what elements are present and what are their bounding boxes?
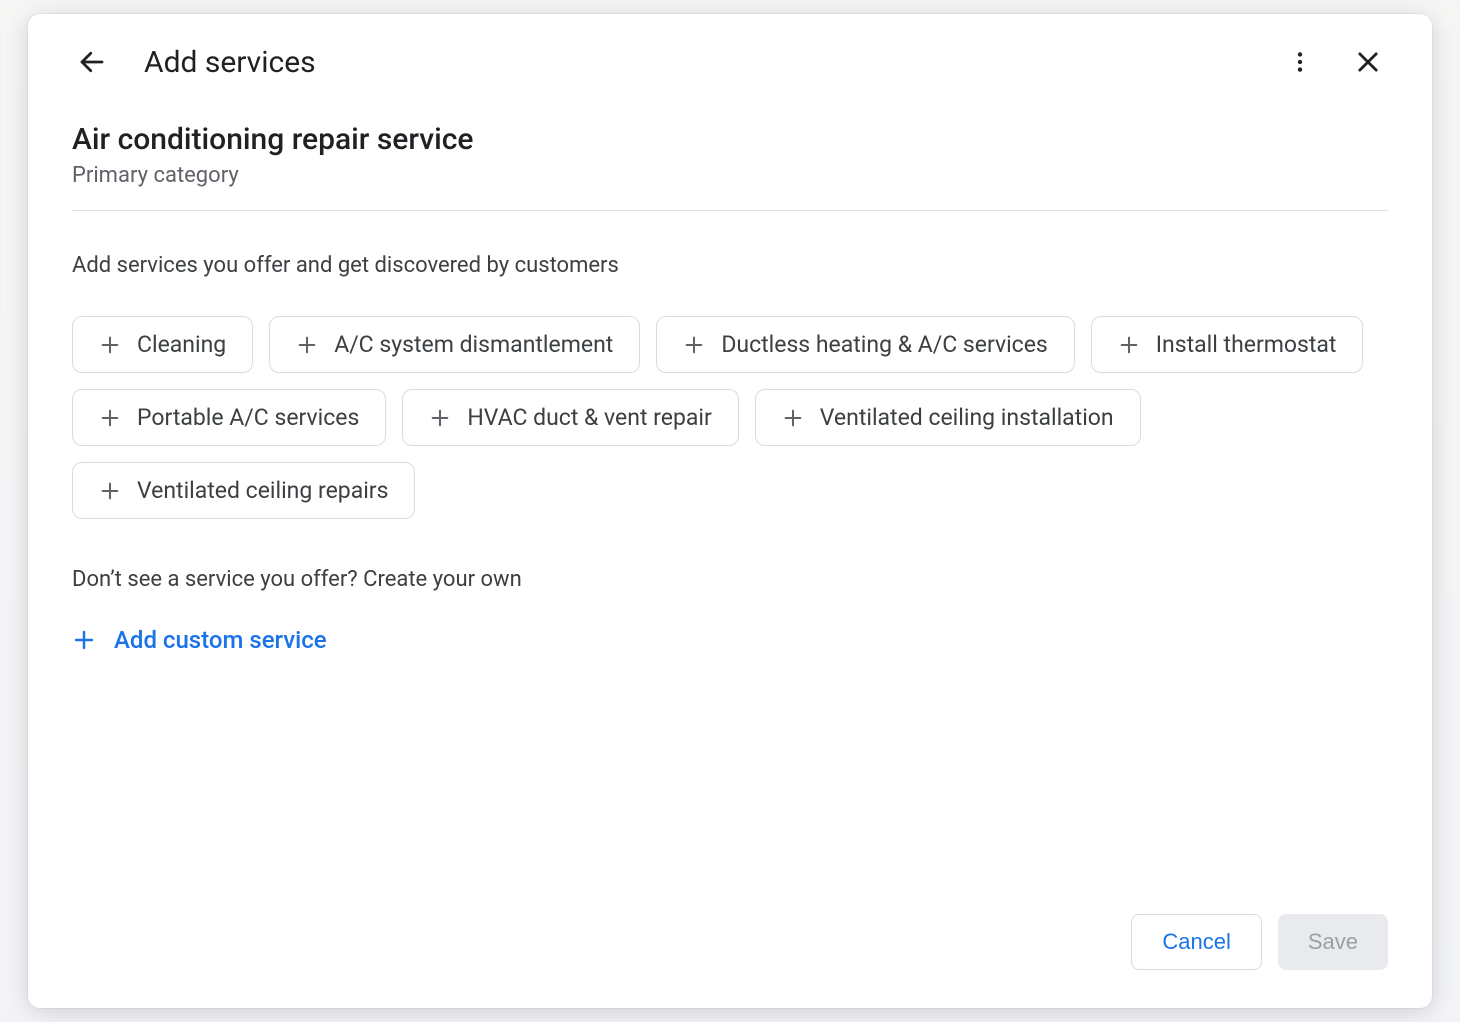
plus-icon [782,407,804,429]
modal-footer: Cancel Save [28,890,1432,1008]
plus-icon [99,334,121,356]
category-name: Air conditioning repair service [72,122,1388,157]
modal-header: Add services [28,14,1432,102]
chip-label: Install thermostat [1156,331,1337,358]
helper-text: Add services you offer and get discovere… [72,253,1388,278]
plus-icon [683,334,705,356]
arrow-left-icon [77,47,107,77]
service-chip-vent-repair[interactable]: Ventilated ceiling repairs [72,462,415,519]
service-chip-vent-install[interactable]: Ventilated ceiling installation [755,389,1141,446]
chip-label: Ventilated ceiling installation [820,404,1114,431]
cancel-button[interactable]: Cancel [1131,914,1261,970]
chip-label: A/C system dismantlement [334,331,613,358]
chip-label: Cleaning [137,331,226,358]
plus-icon [99,407,121,429]
service-chip-thermostat[interactable]: Install thermostat [1091,316,1364,373]
chip-label: Ductless heating & A/C services [721,331,1047,358]
plus-icon [72,628,96,652]
close-button[interactable] [1348,42,1388,82]
service-chip-ductless[interactable]: Ductless heating & A/C services [656,316,1074,373]
service-chip-dismantlement[interactable]: A/C system dismantlement [269,316,640,373]
chip-label: Portable A/C services [137,404,359,431]
more-options-button[interactable] [1280,42,1320,82]
service-chip-cleaning[interactable]: Cleaning [72,316,253,373]
add-services-modal: Add services Air conditioning repair ser… [28,14,1432,1008]
plus-icon [99,480,121,502]
back-button[interactable] [72,42,112,82]
modal-body: Air conditioning repair service Primary … [28,102,1432,890]
service-chips: Cleaning A/C system dismantlement Ductle… [72,316,1388,519]
service-chip-hvac-repair[interactable]: HVAC duct & vent repair [402,389,738,446]
custom-service-prompt: Don’t see a service you offer? Create yo… [72,567,1388,592]
chip-label: Ventilated ceiling repairs [137,477,388,504]
add-custom-label: Add custom service [114,626,327,654]
header-actions [1280,42,1388,82]
service-chip-portable[interactable]: Portable A/C services [72,389,386,446]
save-button[interactable]: Save [1278,914,1388,970]
category-label: Primary category [72,163,1388,211]
modal-title: Add services [144,45,1248,80]
more-vert-icon [1287,49,1313,75]
plus-icon [296,334,318,356]
chip-label: HVAC duct & vent repair [467,404,711,431]
close-icon [1354,48,1382,76]
add-custom-service-button[interactable]: Add custom service [72,620,327,660]
plus-icon [1118,334,1140,356]
plus-icon [429,407,451,429]
